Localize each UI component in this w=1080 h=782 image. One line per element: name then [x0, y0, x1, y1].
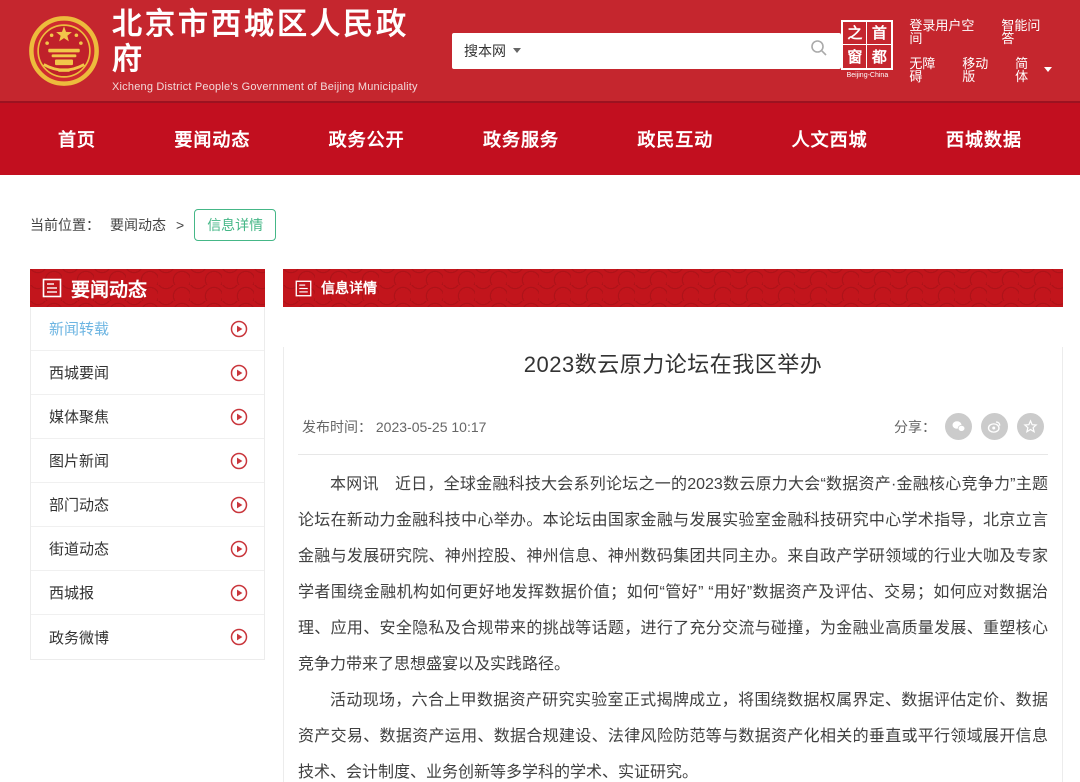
- circle-arrow-icon: [230, 584, 248, 602]
- capital-window-seal-logo[interactable]: 之 首 窗 都 Beijing-China: [841, 20, 893, 82]
- site-title: 北京市西城区人民政府: [112, 8, 426, 77]
- circle-arrow-icon: [230, 540, 248, 558]
- circle-arrow-icon: [230, 496, 248, 514]
- site-header: 北京市西城区人民政府 Xicheng District People's Gov…: [0, 0, 1080, 103]
- main-nav: 首页 要闻动态 政务公开 政务服务 政民互动 人文西城 西城数据: [0, 103, 1080, 175]
- breadcrumb-section-link[interactable]: 要闻动态: [110, 215, 166, 235]
- share-label: 分享：: [894, 417, 936, 437]
- article-panel-title: 信息详情: [321, 278, 377, 298]
- seal-caption: Beijing-China: [841, 72, 893, 79]
- share-favorite-icon[interactable]: [1017, 413, 1044, 440]
- news-doc-icon: [42, 278, 62, 298]
- sidebar-item-label: 政务微博: [49, 627, 109, 648]
- detail-doc-icon: [295, 280, 312, 297]
- article-panel: 信息详情 2023数云原力论坛在我区举办 发布时间： 2023-05-25 10…: [283, 269, 1063, 782]
- smart-qa-link[interactable]: 智能问答: [1001, 19, 1052, 45]
- mobile-version-link[interactable]: 移动版: [962, 57, 999, 83]
- sidebar-item-label: 新闻转载: [49, 318, 109, 339]
- breadcrumb-current-badge: 信息详情: [194, 209, 276, 241]
- national-emblem-logo: [28, 15, 100, 87]
- article-paragraph: 本网讯 近日，全球金融科技大会系列论坛之一的2023数云原力大会“数据资产·金融…: [298, 467, 1048, 683]
- chevron-down-icon: [513, 48, 521, 53]
- share-weibo-icon[interactable]: [981, 413, 1008, 440]
- article-panel-header: 信息详情: [283, 269, 1063, 307]
- sidebar-item-gov-weibo[interactable]: 政务微博: [31, 615, 264, 659]
- article-body: 本网讯 近日，全球金融科技大会系列论坛之一的2023数云原力大会“数据资产·金融…: [298, 467, 1048, 782]
- circle-arrow-icon: [230, 408, 248, 426]
- share-bar: 分享：: [894, 413, 1044, 440]
- sidebar-item-xicheng-paper[interactable]: 西城报: [31, 571, 264, 615]
- sidebar-item-label: 图片新闻: [49, 450, 109, 471]
- chevron-down-icon: [1044, 67, 1052, 72]
- search-input[interactable]: [531, 43, 809, 59]
- site-brand[interactable]: 北京市西城区人民政府 Xicheng District People's Gov…: [28, 8, 426, 93]
- search-box: 搜本网: [452, 33, 841, 69]
- nav-item-gov-services[interactable]: 政务服务: [483, 126, 559, 152]
- nav-item-data[interactable]: 西城数据: [946, 126, 1022, 152]
- search-scope-label: 搜本网: [464, 41, 506, 61]
- publish-time-value: 2023-05-25 10:17: [376, 419, 487, 435]
- circle-arrow-icon: [230, 628, 248, 646]
- nav-item-culture[interactable]: 人文西城: [792, 126, 868, 152]
- article-box: 2023数云原力论坛在我区举办 发布时间： 2023-05-25 10:17 分…: [283, 347, 1063, 782]
- seal-char: 窗: [843, 45, 867, 68]
- article-paragraph: 活动现场，六合上甲数据资产研究实验室正式揭牌成立，将围绕数据权属界定、数据评估定…: [298, 683, 1048, 782]
- circle-arrow-icon: [230, 320, 248, 338]
- nav-item-news[interactable]: 要闻动态: [174, 126, 250, 152]
- sidebar-item-label: 部门动态: [49, 494, 109, 515]
- language-label: 简体: [1015, 57, 1039, 83]
- sidebar-header: 要闻动态: [30, 269, 265, 307]
- sidebar-item-media-focus[interactable]: 媒体聚焦: [31, 395, 264, 439]
- login-user-space-link[interactable]: 登录用户空间: [909, 19, 985, 45]
- site-subtitle: Xicheng District People's Government of …: [112, 81, 426, 93]
- nav-item-home[interactable]: 首页: [58, 126, 96, 152]
- sidebar-item-street-updates[interactable]: 街道动态: [31, 527, 264, 571]
- search-scope-dropdown[interactable]: 搜本网: [464, 41, 521, 61]
- seal-char: 之: [843, 22, 867, 45]
- sidebar-news-menu: 要闻动态 新闻转载 西城要闻 媒体聚焦 图片: [30, 269, 265, 660]
- sidebar-title: 要闻动态: [71, 275, 147, 302]
- share-wechat-icon[interactable]: [945, 413, 972, 440]
- sidebar-item-department-updates[interactable]: 部门动态: [31, 483, 264, 527]
- breadcrumb: 当前位置： 要闻动态 > 信息详情: [30, 209, 1050, 241]
- sidebar-item-label: 西城要闻: [49, 362, 109, 383]
- circle-arrow-icon: [230, 452, 248, 470]
- sidebar-item-photo-news[interactable]: 图片新闻: [31, 439, 264, 483]
- breadcrumb-prefix: 当前位置：: [30, 215, 100, 235]
- article-title: 2023数云原力论坛在我区举办: [298, 347, 1048, 379]
- sidebar-item-label: 媒体聚焦: [49, 406, 109, 427]
- accessibility-link[interactable]: 无障碍: [909, 57, 946, 83]
- seal-char: 首: [867, 22, 891, 45]
- nav-item-gov-affairs[interactable]: 政务公开: [329, 126, 405, 152]
- nav-item-interaction[interactable]: 政民互动: [637, 126, 713, 152]
- language-dropdown[interactable]: 简体: [1015, 57, 1052, 83]
- sidebar-list: 新闻转载 西城要闻 媒体聚焦 图片新闻: [30, 307, 265, 660]
- article-meta-row: 发布时间： 2023-05-25 10:17 分享：: [298, 413, 1048, 455]
- publish-time-label: 发布时间：: [302, 419, 372, 435]
- sidebar-item-news-repost[interactable]: 新闻转载: [31, 307, 264, 351]
- sidebar-item-label: 西城报: [49, 582, 94, 603]
- publish-time: 发布时间： 2023-05-25 10:17: [302, 417, 486, 437]
- circle-arrow-icon: [230, 364, 248, 382]
- breadcrumb-separator: >: [176, 217, 184, 233]
- search-icon[interactable]: [809, 38, 829, 63]
- sidebar-item-label: 街道动态: [49, 538, 109, 559]
- seal-char: 都: [867, 45, 891, 68]
- sidebar-item-xicheng-news[interactable]: 西城要闻: [31, 351, 264, 395]
